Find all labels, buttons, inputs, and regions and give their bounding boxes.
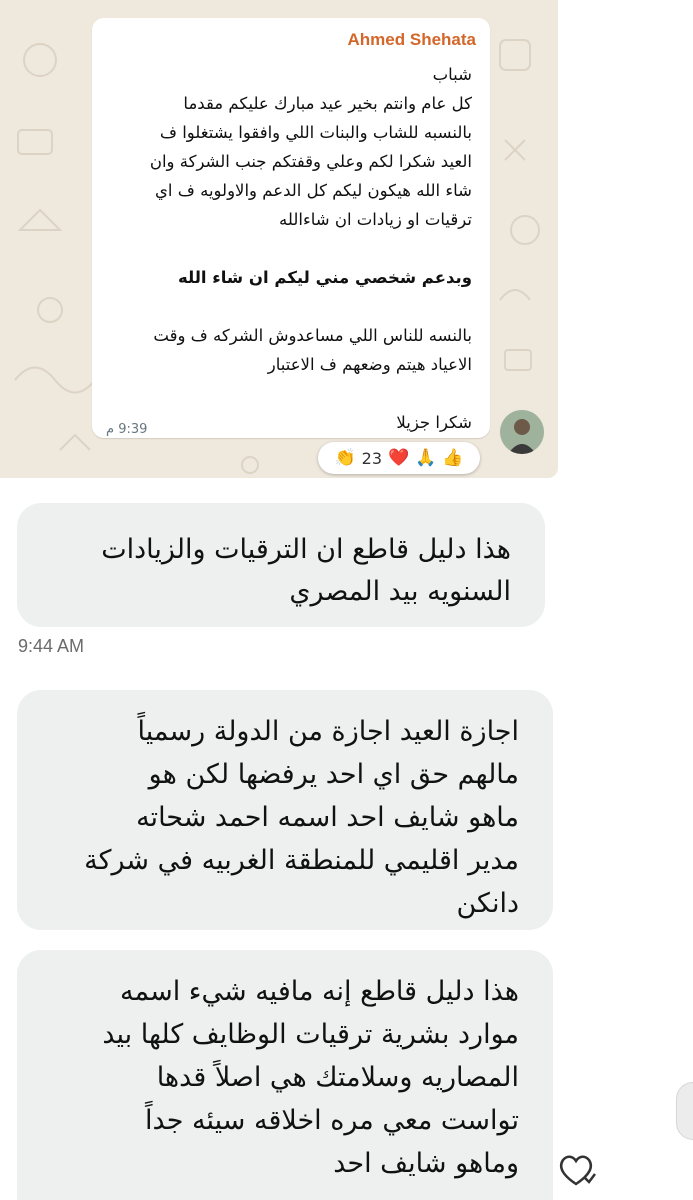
message-line: الاعياد هيتم وضعهم ف الاعتبار	[267, 355, 472, 374]
scroll-button[interactable]	[676, 1082, 693, 1140]
avatar[interactable]	[500, 410, 544, 454]
reactions-pill[interactable]: 👏 23 ❤️ 🙏 👍	[318, 442, 480, 474]
message-line: هذا دليل قاطع إنه مافيه شيء اسمه	[120, 976, 519, 1007]
message-line: ماهو شايف احد اسمه احمد شحاته	[136, 802, 519, 833]
message-line: ترقيات او زيادات ان شاءالله	[279, 210, 472, 229]
message-bubble[interactable]: هذا دليل قاطع ان الترقيات والزيادات السن…	[17, 503, 545, 627]
message-line: بالنسه للناس اللي مساعدوش الشركه ف وقت	[153, 326, 472, 345]
message-bubble[interactable]: هذا دليل قاطع إنه مافيه شيء اسمه موارد ب…	[17, 950, 553, 1200]
message-line: كل عام وانتم بخير عيد مبارك عليكم مقدما	[183, 94, 472, 113]
message-bubble[interactable]: اجازة العيد اجازة من الدولة رسمياً مالهم…	[17, 690, 553, 930]
message-line: بالنسبه للشاب والبنات اللي وافقوا يشتغلو…	[159, 123, 472, 142]
message-line: مدير اقليمي للمنطقة الغربيه في شركة	[84, 845, 519, 876]
message-text: هذا دليل قاطع ان الترقيات والزيادات السن…	[101, 529, 511, 613]
message-text: هذا دليل قاطع إنه مافيه شيء اسمه موارد ب…	[102, 970, 519, 1185]
message-closing: شكرا جزيلا	[396, 413, 472, 432]
message-text: اجازة العيد اجازة من الدولة رسمياً مالهم…	[84, 710, 519, 925]
message-line: هذا دليل قاطع ان الترقيات والزيادات	[101, 534, 511, 565]
message-body: شباب كل عام وانتم بخير عيد مبارك عليكم م…	[104, 60, 472, 437]
clap-emoji: 👏	[334, 448, 356, 468]
react-heart-icon[interactable]	[555, 1150, 597, 1190]
embedded-whatsapp-screenshot[interactable]: Ahmed Shehata شباب كل عام وانتم بخير عيد…	[0, 0, 558, 478]
thumbs-up-emoji: 👍	[442, 448, 464, 468]
sender-name: Ahmed Shehata	[347, 30, 476, 49]
message-line: موارد بشرية ترقيات الوظايف كلها بيد	[102, 1019, 519, 1050]
message-time: 9:39 م	[106, 422, 148, 437]
message-line: اجازة العيد اجازة من الدولة رسمياً	[137, 716, 520, 747]
message-line: العيد شكرا لكم وعلي وقفتكم جنب الشركة وا…	[149, 152, 472, 171]
message-line: مالهم حق اي احد يرفضها لكن هو	[148, 759, 519, 790]
reaction-count: 23	[361, 448, 382, 468]
avatar-person-icon	[500, 410, 544, 454]
message-line: المصاريه وسلامتك هي اصلاً قدها	[156, 1062, 519, 1093]
message-line: تواست معي مره اخلاقه سيئه جداً	[145, 1105, 519, 1136]
message-line: وماهو شايف احد	[333, 1148, 519, 1179]
message-timestamp: 9:44 AM	[18, 636, 85, 656]
message-line: شاء الله هيكون ليكم كل الدعم والاولويه ف…	[155, 181, 472, 200]
heart-emoji: ❤️	[388, 448, 410, 468]
message-bold-line: وبدعم شخصي مني ليكم ان شاء الله	[177, 268, 472, 287]
pray-emoji: 🙏	[415, 448, 437, 468]
whatsapp-message-bubble: Ahmed Shehata شباب كل عام وانتم بخير عيد…	[92, 18, 490, 438]
message-line: دانكن	[456, 888, 519, 919]
message-line: شباب	[432, 65, 472, 84]
message-line: السنويه بيد المصري	[289, 576, 511, 607]
